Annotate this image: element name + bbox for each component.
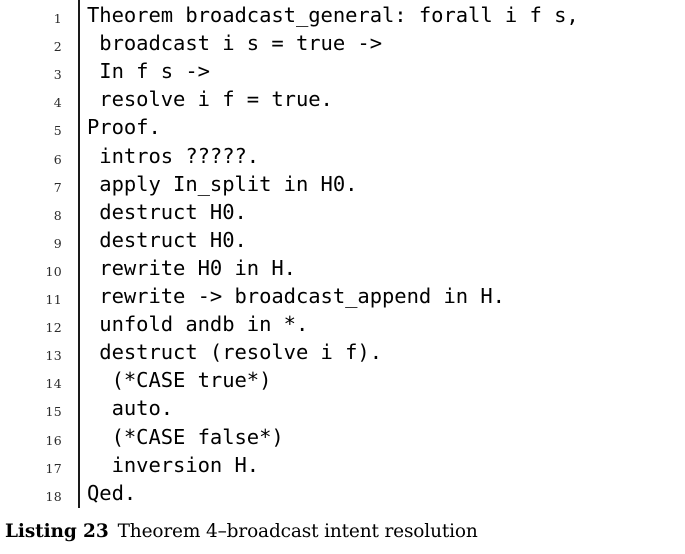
line-code-text: Qed. <box>87 480 137 505</box>
line-number: 11 <box>45 292 62 307</box>
line-code-text: destruct H0. <box>87 227 247 252</box>
line-code-text: (*CASE false*) <box>87 424 284 449</box>
code-line: 16 (*CASE false*) <box>0 425 685 453</box>
line-code-text: unfold andb in *. <box>87 312 309 337</box>
caption-label: Listing 23 <box>5 521 109 542</box>
line-code-text: rewrite H0 in H. <box>87 255 296 280</box>
line-code-text: intros ?????. <box>87 143 260 168</box>
listing-caption: Listing 23 Theorem 4–broadcast intent res… <box>5 521 685 542</box>
line-number: 17 <box>45 460 62 476</box>
line-code-text: Proof. <box>87 115 161 140</box>
line-number: 16 <box>45 432 62 448</box>
line-number: 3 <box>53 67 62 83</box>
code-line: 5 Proof. <box>0 115 685 143</box>
line-code-text: rewrite -> broadcast_append in H. <box>87 284 505 308</box>
line-code-text: destruct (resolve i f). <box>87 340 383 365</box>
code-line: 14 (*CASE true*) <box>0 368 685 396</box>
code-line: 15 auto. <box>0 396 685 424</box>
line-number: 10 <box>45 263 62 279</box>
code-line: 6 intros ?????. <box>0 144 685 172</box>
line-code-text: inversion H. <box>87 452 260 477</box>
code-line: 11 rewrite -> broadcast_append in H. <box>0 284 685 312</box>
line-code-text: destruct H0. <box>87 199 247 224</box>
line-number: 7 <box>53 179 62 195</box>
code-listing: 1 Theorem broadcast_general: forall i f s… <box>0 0 685 512</box>
line-code-text: (*CASE true*) <box>87 368 272 393</box>
line-code-text: apply In_split in H0. <box>87 171 358 196</box>
line-code-text: resolve i f = true. <box>87 87 333 112</box>
line-number: 13 <box>45 348 62 364</box>
line-number: 4 <box>53 95 62 111</box>
code-line: 18 Qed. <box>0 481 685 509</box>
code-line: 3 In f s -> <box>0 59 685 87</box>
caption-text: Theorem 4–broadcast intent resolution <box>117 521 478 542</box>
code-line: 1 Theorem broadcast_general: forall i f s… <box>0 3 685 31</box>
line-code-text: In f s -> <box>87 59 210 84</box>
code-line: 9 destruct H0. <box>0 228 685 256</box>
line-code-text: Theorem broadcast_general: forall i f s, <box>87 3 579 27</box>
line-number: 9 <box>53 235 62 251</box>
line-number: 8 <box>53 207 62 223</box>
code-line: 2 broadcast i s = true -> <box>0 31 685 59</box>
line-number: 1 <box>53 11 62 26</box>
code-line: 4 resolve i f = true. <box>0 87 685 115</box>
line-number: 12 <box>45 320 62 336</box>
line-number: 2 <box>53 39 62 55</box>
line-number: 18 <box>45 488 62 504</box>
code-line: 10 rewrite H0 in H. <box>0 256 685 284</box>
code-line: 8 destruct H0. <box>0 200 685 228</box>
line-number: 5 <box>53 123 62 139</box>
line-code-text: auto. <box>87 396 174 421</box>
line-number: 15 <box>45 404 62 420</box>
line-code-text: broadcast i s = true -> <box>87 31 383 56</box>
line-number: 6 <box>53 151 62 167</box>
line-number: 14 <box>45 376 62 392</box>
code-line: 12 unfold andb in *. <box>0 312 685 340</box>
code-line: 13 destruct (resolve i f). <box>0 340 685 368</box>
code-line: 17 inversion H. <box>0 453 685 481</box>
code-line: 7 apply In_split in H0. <box>0 172 685 200</box>
